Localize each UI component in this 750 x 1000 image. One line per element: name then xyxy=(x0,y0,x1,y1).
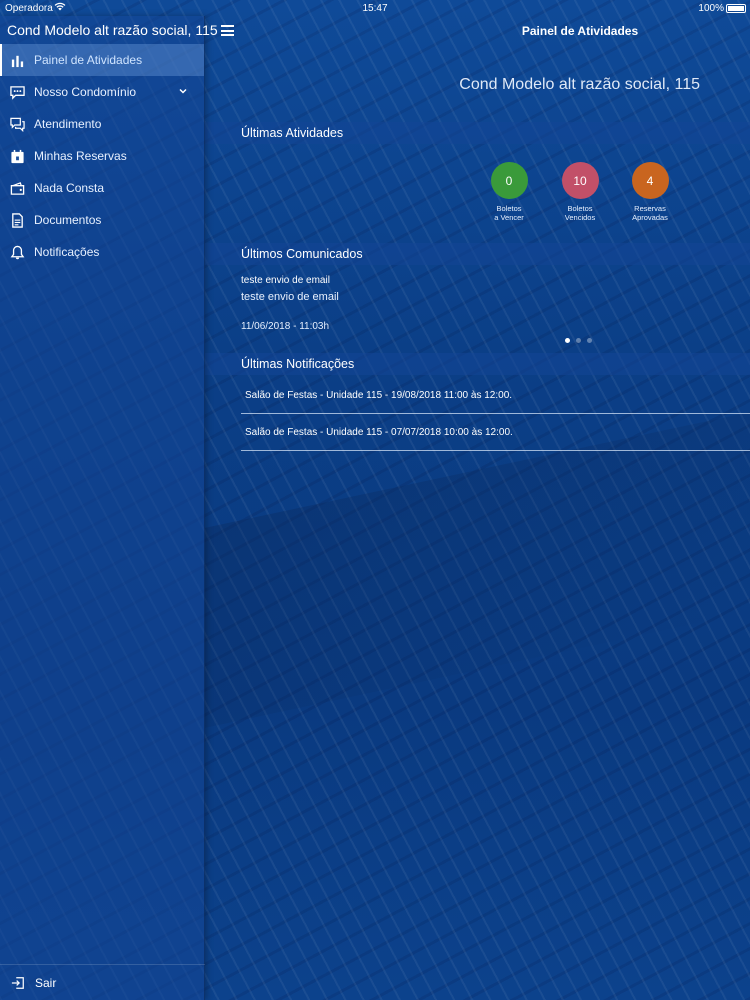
chat-icon xyxy=(9,84,25,100)
sidebar-item-documentos[interactable]: Documentos xyxy=(0,204,204,236)
chevron-down-icon[interactable] xyxy=(178,85,188,95)
sidebar-item-painel-de-atividades[interactable]: Painel de Atividades xyxy=(0,44,204,76)
sidebar-item-label: Nada Consta xyxy=(34,181,105,195)
communication-date: 11/06/2018 - 11:03h xyxy=(241,321,330,332)
sidebar-item-notificacoes[interactable]: Notificações xyxy=(0,236,204,268)
clock: 15:47 xyxy=(362,3,388,14)
sidebar-item-label: Notificações xyxy=(34,245,100,259)
logout-button[interactable]: Sair xyxy=(0,964,205,1000)
sidebar: Cond Modelo alt razão social, 115 Painel… xyxy=(0,16,218,1000)
sidebar-item-nosso-condominio[interactable]: Nosso Condomínio xyxy=(0,76,204,108)
status-bar: Operadora 15:47 100% xyxy=(0,0,750,16)
notification-item[interactable]: Salão de Festas - Unidade 115 - 19/08/20… xyxy=(241,377,750,414)
notification-item[interactable]: Salão de Festas - Unidade 115 - 07/07/20… xyxy=(241,414,750,451)
logout-icon xyxy=(10,975,26,991)
condo-name: Cond Modelo alt razão social, 115 xyxy=(459,76,700,93)
calendar-icon xyxy=(9,148,25,164)
sidebar-item-minhas-reservas[interactable]: Minhas Reservas xyxy=(0,140,204,172)
messages-icon xyxy=(9,116,25,132)
section-ultimas-notificacoes: Últimas Notificações xyxy=(205,353,750,375)
page-title: Painel de Atividades xyxy=(521,24,639,38)
sidebar-header: Cond Modelo alt razão social, 115 xyxy=(7,22,218,38)
page-dot[interactable] xyxy=(587,338,592,343)
sidebar-item-label: Nosso Condomínio xyxy=(34,85,137,99)
communication-title[interactable]: teste envio de email xyxy=(241,275,330,286)
sidebar-item-label: Atendimento xyxy=(34,117,102,131)
document-icon xyxy=(9,212,25,228)
stat-reservas-aprovadas[interactable]: 4 Reservas Aprovadas xyxy=(620,162,680,222)
wallet-icon xyxy=(9,180,25,196)
sidebar-item-atendimento[interactable]: Atendimento xyxy=(0,108,204,140)
bar-chart-icon xyxy=(9,52,25,68)
stat-boletos-a-vencer[interactable]: 0 Boletos a Vencer xyxy=(479,162,539,222)
sidebar-item-label: Documentos xyxy=(34,213,102,227)
stat-label: Boletos Vencidos xyxy=(564,204,596,222)
battery-percent: 100% xyxy=(698,3,724,14)
sidebar-item-label: Painel de Atividades xyxy=(34,53,143,67)
battery-icon xyxy=(726,4,746,13)
communication-body: teste envio de email xyxy=(241,291,339,303)
section-ultimos-comunicados: Últimos Comunicados xyxy=(205,243,750,265)
sidebar-item-label: Minhas Reservas xyxy=(34,149,127,163)
page-indicator[interactable] xyxy=(565,338,592,343)
page-dot-active[interactable] xyxy=(565,338,570,343)
page-dot[interactable] xyxy=(576,338,581,343)
stat-boletos-vencidos[interactable]: 10 Boletos Vencidos xyxy=(550,162,610,222)
stat-label: Reservas Aprovadas xyxy=(632,204,668,222)
hamburger-menu-icon[interactable] xyxy=(221,25,234,36)
logout-label: Sair xyxy=(35,975,57,990)
stat-label: Boletos a Vencer xyxy=(494,204,524,222)
stat-circle: 0 xyxy=(490,162,528,199)
stat-circle: 10 xyxy=(561,162,599,199)
sidebar-item-nada-consta[interactable]: Nada Consta xyxy=(0,172,204,204)
bell-icon xyxy=(9,244,25,260)
stat-circle: 4 xyxy=(631,162,669,199)
section-ultimas-atividades: Últimas Atividades xyxy=(205,122,750,144)
